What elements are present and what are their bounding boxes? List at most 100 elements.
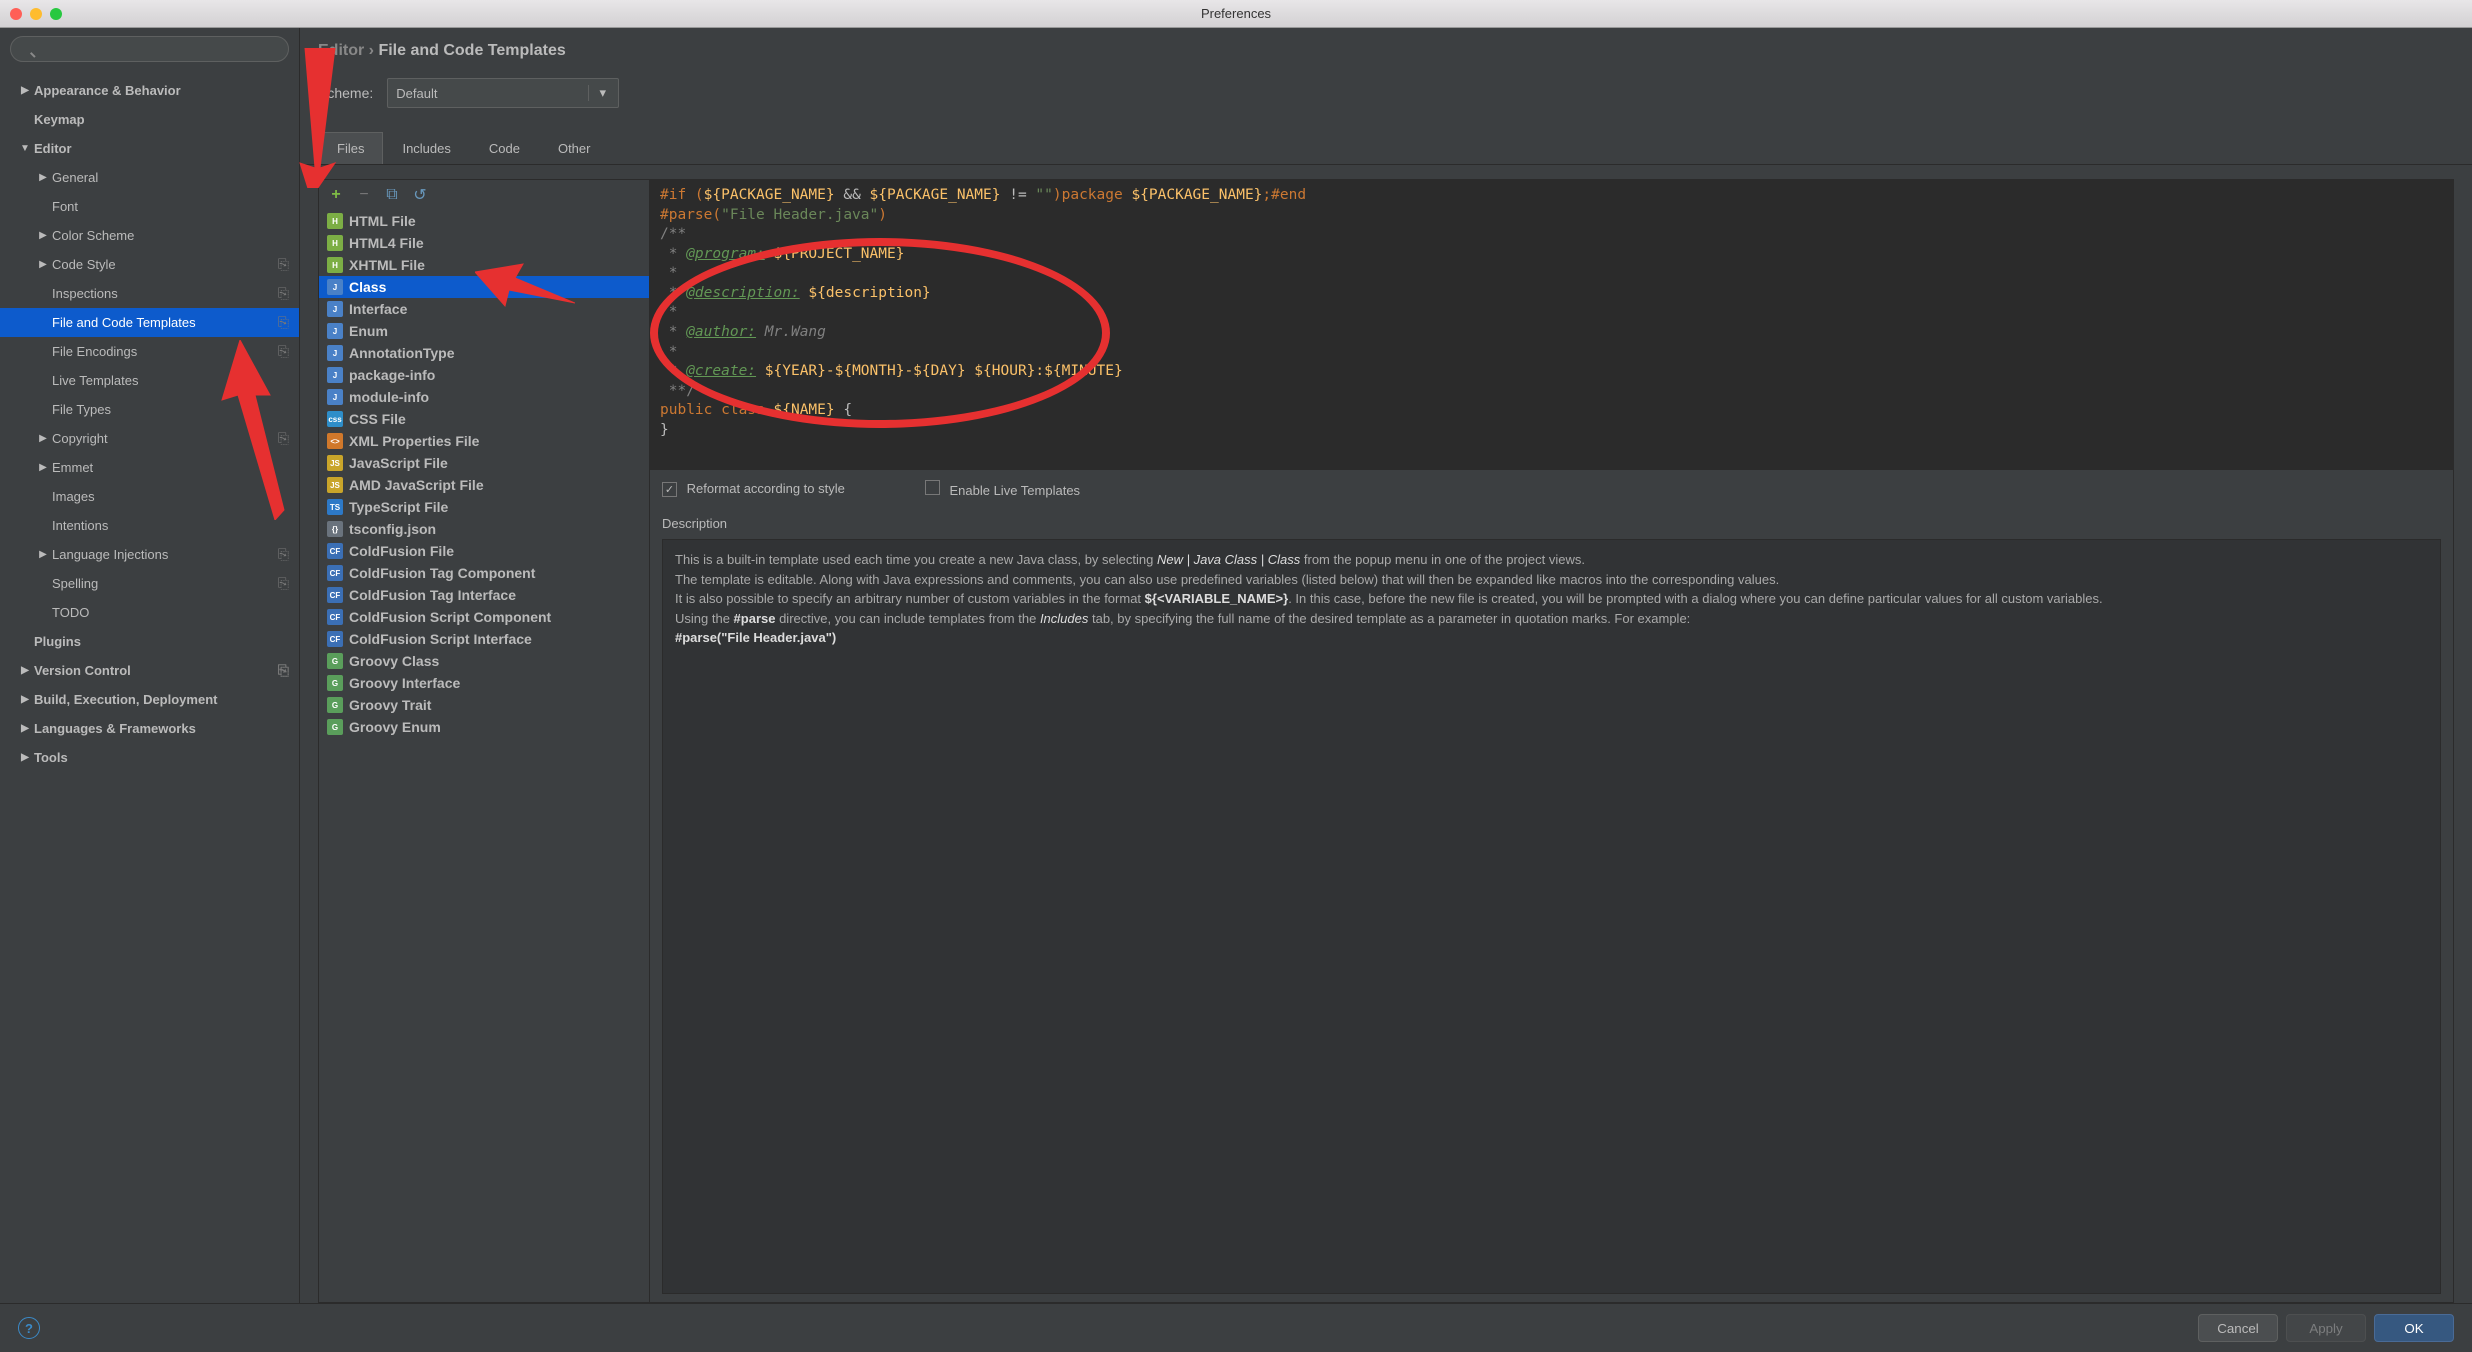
template-item[interactable]: JEnum	[319, 320, 649, 342]
add-icon[interactable]: +	[327, 186, 345, 204]
scheme-select[interactable]: Default ▾	[387, 78, 619, 108]
sidebar-item[interactable]: File Types	[0, 395, 299, 424]
cancel-button[interactable]: Cancel	[2198, 1314, 2278, 1342]
template-item[interactable]: <>XML Properties File	[319, 430, 649, 452]
template-item-label: Groovy Interface	[349, 675, 460, 691]
template-item[interactable]: {}tsconfig.json	[319, 518, 649, 540]
project-scope-icon: ⎘	[278, 343, 289, 360]
sidebar-item-label: Code Style	[52, 257, 116, 272]
template-item[interactable]: JSAMD JavaScript File	[319, 474, 649, 496]
sidebar-item[interactable]: Keymap	[0, 105, 299, 134]
sidebar-item-label: Languages & Frameworks	[34, 721, 196, 736]
template-item[interactable]: Jpackage-info	[319, 364, 649, 386]
sidebar-item-label: Language Injections	[52, 547, 168, 562]
template-item[interactable]: HHTML4 File	[319, 232, 649, 254]
template-item[interactable]: JInterface	[319, 298, 649, 320]
tab[interactable]: Other	[539, 132, 610, 164]
breadcrumb: Editor › File and Code Templates	[300, 28, 2472, 70]
template-item[interactable]: JClass	[319, 276, 649, 298]
close-window-icon[interactable]	[10, 8, 22, 20]
tab[interactable]: Includes	[383, 132, 469, 164]
sidebar-item[interactable]: ▶Languages & Frameworks	[0, 714, 299, 743]
disclosure-arrow-icon: ▼	[18, 143, 32, 154]
sidebar-item[interactable]: ▶Language Injections⎘	[0, 540, 299, 569]
template-item-label: ColdFusion Tag Component	[349, 565, 535, 581]
file-type-icon: CF	[327, 543, 343, 559]
reformat-checkbox[interactable]: Reformat according to style	[662, 481, 845, 497]
sidebar-item[interactable]: Images	[0, 482, 299, 511]
file-type-icon: H	[327, 213, 343, 229]
template-item[interactable]: CFColdFusion Script Component	[319, 606, 649, 628]
sidebar-item[interactable]: Inspections⎘	[0, 279, 299, 308]
sidebar-item[interactable]: ▶Version Control⎘	[0, 656, 299, 685]
disclosure-arrow-icon: ▶	[36, 462, 50, 473]
template-item[interactable]: JSJavaScript File	[319, 452, 649, 474]
sidebar-item[interactable]: Live Templates	[0, 366, 299, 395]
template-item[interactable]: CFColdFusion Tag Component	[319, 562, 649, 584]
sidebar-item-label: Images	[52, 489, 95, 504]
copy-icon[interactable]: ⧉	[383, 186, 401, 204]
template-item[interactable]: CFColdFusion Script Interface	[319, 628, 649, 650]
template-item[interactable]: CF ColdFusion File	[319, 540, 649, 562]
template-item-label: XHTML File	[349, 257, 425, 273]
template-tabs: FilesIncludesCodeOther	[300, 132, 2472, 165]
enable-live-templates-checkbox[interactable]: Enable Live Templates	[925, 480, 1080, 498]
sidebar-item[interactable]: ▶Build, Execution, Deployment	[0, 685, 299, 714]
sidebar-item[interactable]: ▶Code Style⎘	[0, 250, 299, 279]
search-input[interactable]	[10, 36, 289, 62]
revert-icon[interactable]: ↺	[411, 186, 429, 204]
template-item[interactable]: GGroovy Trait	[319, 694, 649, 716]
file-type-icon: G	[327, 697, 343, 713]
template-item-label: ColdFusion File	[349, 543, 454, 559]
disclosure-arrow-icon: ▶	[36, 549, 50, 560]
template-item[interactable]: cssCSS File	[319, 408, 649, 430]
titlebar: Preferences	[0, 0, 2472, 28]
sidebar-item[interactable]: Intentions	[0, 511, 299, 540]
remove-icon[interactable]: −	[355, 186, 373, 204]
main-panel: Editor › File and Code Templates Scheme:…	[300, 28, 2472, 1303]
sidebar-item-label: Spelling	[52, 576, 98, 591]
template-item[interactable]: JAnnotationType	[319, 342, 649, 364]
template-item[interactable]: GGroovy Enum	[319, 716, 649, 738]
minimize-window-icon[interactable]	[30, 8, 42, 20]
sidebar-item[interactable]: Spelling⎘	[0, 569, 299, 598]
tab[interactable]: Files	[318, 132, 383, 164]
breadcrumb-current: File and Code Templates	[378, 42, 565, 59]
sidebar-item-label: Live Templates	[52, 373, 138, 388]
template-item[interactable]: CFColdFusion Tag Interface	[319, 584, 649, 606]
template-item-label: AMD JavaScript File	[349, 477, 484, 493]
file-type-icon: H	[327, 235, 343, 251]
template-item-label: tsconfig.json	[349, 521, 436, 537]
help-icon[interactable]: ?	[18, 1317, 40, 1339]
sidebar-item[interactable]: Plugins	[0, 627, 299, 656]
zoom-window-icon[interactable]	[50, 8, 62, 20]
tab[interactable]: Code	[470, 132, 539, 164]
sidebar-item[interactable]: File Encodings⎘	[0, 337, 299, 366]
template-item-label: ColdFusion Script Interface	[349, 631, 532, 647]
sidebar-item[interactable]: ▶Copyright⎘	[0, 424, 299, 453]
sidebar-item[interactable]: File and Code Templates⎘	[0, 308, 299, 337]
sidebar-item[interactable]: ▶Color Scheme	[0, 221, 299, 250]
sidebar-item-label: Plugins	[34, 634, 81, 649]
template-item-label: HTML File	[349, 213, 416, 229]
sidebar-item[interactable]: ▶Tools	[0, 743, 299, 772]
template-item[interactable]: HXHTML File	[319, 254, 649, 276]
apply-button[interactable]: Apply	[2286, 1314, 2366, 1342]
template-code-editor[interactable]: #if (${PACKAGE_NAME} && ${PACKAGE_NAME} …	[650, 180, 2453, 470]
sidebar-item[interactable]: ▼Editor	[0, 134, 299, 163]
sidebar-item[interactable]: TODO	[0, 598, 299, 627]
template-item[interactable]: TSTypeScript File	[319, 496, 649, 518]
sidebar-item[interactable]: Font	[0, 192, 299, 221]
ok-button[interactable]: OK	[2374, 1314, 2454, 1342]
template-item-label: XML Properties File	[349, 433, 479, 449]
settings-tree: ▶Appearance & Behavior Keymap ▼Editor▶Gene…	[0, 70, 299, 1303]
sidebar-item-label: Keymap	[34, 112, 85, 127]
template-item-label: Interface	[349, 301, 407, 317]
sidebar-item[interactable]: ▶General	[0, 163, 299, 192]
sidebar-item[interactable]: ▶Emmet	[0, 453, 299, 482]
template-item[interactable]: H HTML File	[319, 210, 649, 232]
template-item[interactable]: GGroovy Class	[319, 650, 649, 672]
template-item[interactable]: Jmodule-info	[319, 386, 649, 408]
sidebar-item[interactable]: ▶Appearance & Behavior	[0, 76, 299, 105]
template-item[interactable]: GGroovy Interface	[319, 672, 649, 694]
